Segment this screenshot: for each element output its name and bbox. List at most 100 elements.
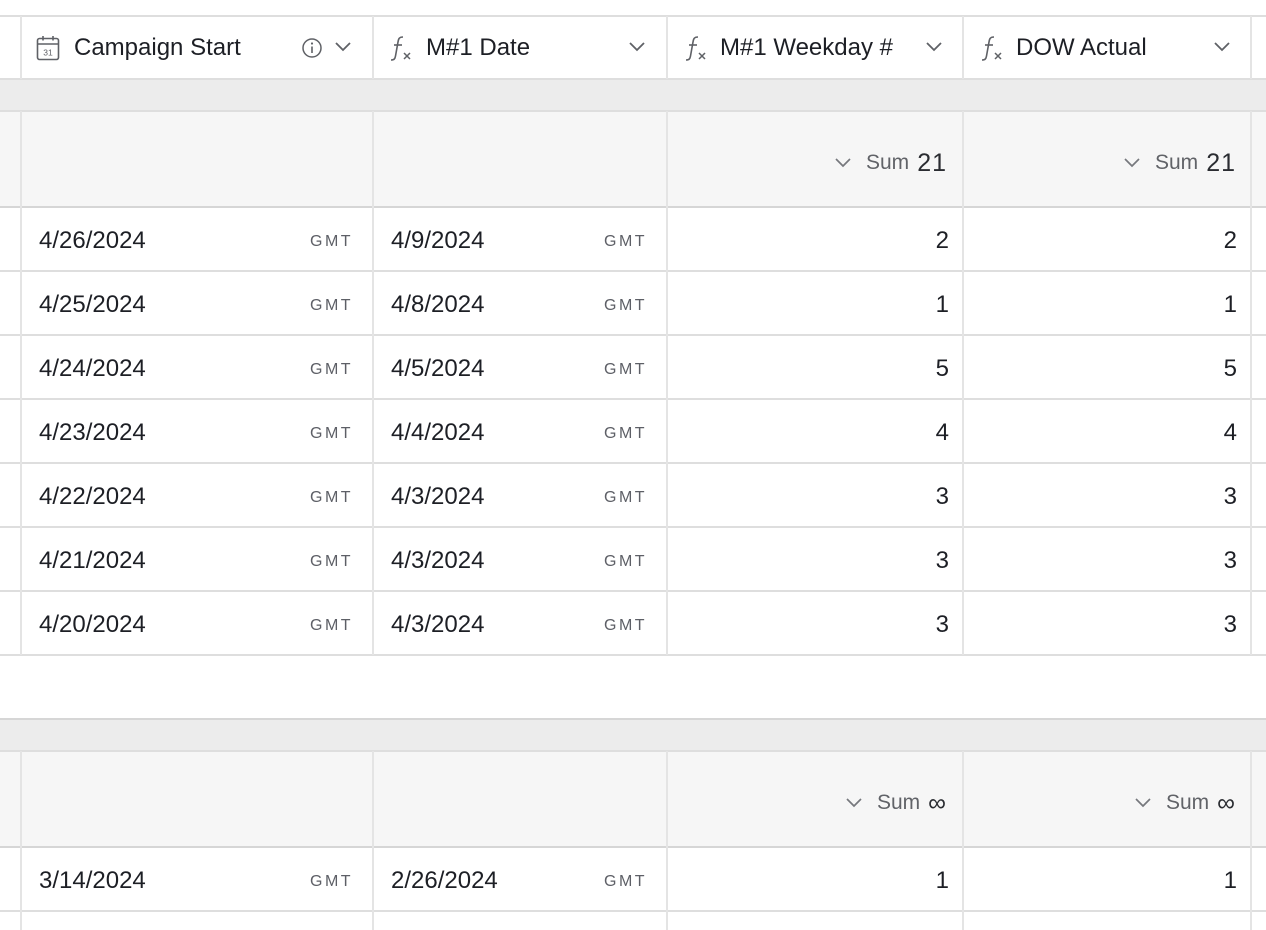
timezone-label: GMT xyxy=(310,489,354,506)
summary-dow[interactable]: Sum ∞ xyxy=(963,786,1236,820)
dow-cell: 3 xyxy=(1223,611,1237,638)
dow-cell: 1 xyxy=(1223,291,1237,318)
dow-cell: 3 xyxy=(1223,547,1237,574)
grid-line xyxy=(0,110,1266,112)
campaign-start-cell: 4/23/2024 xyxy=(39,419,146,446)
timezone-label: GMT xyxy=(310,297,354,314)
weekday-cell: 1 xyxy=(935,291,949,318)
grid-line xyxy=(0,206,1266,208)
m1-date-cell: 4/3/2024 xyxy=(391,611,485,638)
column-header-m1-date[interactable]: M#1 Date xyxy=(372,17,667,79)
weekday-cell: 5 xyxy=(935,355,949,382)
grid-line xyxy=(0,590,1266,592)
m1-date-cell: 2/26/2024 xyxy=(391,867,498,894)
grid-line xyxy=(0,526,1266,528)
column-divider xyxy=(372,751,374,930)
m1-date-cell: 4/5/2024 xyxy=(391,355,485,382)
m1-date-cell: 4/3/2024 xyxy=(391,483,485,510)
chevron-down-icon[interactable] xyxy=(925,41,943,53)
column-header-dow-actual[interactable]: DOW Actual xyxy=(963,17,1251,79)
grid-line xyxy=(0,910,1266,912)
grid-line xyxy=(0,15,1266,17)
column-divider xyxy=(666,16,668,79)
dow-cell: 3 xyxy=(1223,483,1237,510)
grid-line xyxy=(0,462,1266,464)
chevron-down-icon[interactable] xyxy=(1134,797,1152,809)
column-divider xyxy=(962,751,964,930)
campaign-start-cell: 3/14/2024 xyxy=(39,867,146,894)
info-icon[interactable] xyxy=(301,37,323,59)
summary-label: Sum xyxy=(1165,791,1210,814)
summary-label: Sum xyxy=(866,151,910,174)
summary-label: Sum xyxy=(876,791,921,814)
weekday-cell: 1 xyxy=(935,867,949,894)
summary-value: ∞ xyxy=(1217,788,1236,817)
chevron-down-icon[interactable] xyxy=(1213,41,1231,53)
column-header-campaign-start[interactable]: 31 Campaign Start xyxy=(20,17,372,79)
campaign-start-cell: 4/20/2024 xyxy=(39,611,146,638)
column-header-label: DOW Actual xyxy=(1016,34,1147,61)
column-divider xyxy=(20,111,22,655)
formula-icon xyxy=(390,36,411,61)
column-divider xyxy=(1250,111,1252,655)
timezone-label: GMT xyxy=(310,873,354,890)
grid-line xyxy=(0,750,1266,752)
column-divider xyxy=(20,751,22,930)
formula-icon xyxy=(981,36,1002,61)
timezone-label: GMT xyxy=(310,361,354,378)
dow-cell: 5 xyxy=(1223,355,1237,382)
timezone-label: GMT xyxy=(604,425,648,442)
timezone-label: GMT xyxy=(310,617,354,634)
grid-line xyxy=(0,846,1266,848)
dow-cell: 4 xyxy=(1223,419,1237,446)
m1-date-cell: 4/9/2024 xyxy=(391,227,485,254)
chevron-down-icon[interactable] xyxy=(1123,157,1141,169)
grid-line xyxy=(0,334,1266,336)
column-divider xyxy=(962,111,964,655)
column-header-label: M#1 Weekday # xyxy=(720,34,893,61)
weekday-cell: 2 xyxy=(935,227,949,254)
summary-label: Sum xyxy=(1155,151,1199,174)
summary-value: 21 xyxy=(917,148,947,177)
timezone-label: GMT xyxy=(310,233,354,250)
grid-line xyxy=(0,270,1266,272)
m1-date-cell: 4/4/2024 xyxy=(391,419,485,446)
summary-weekday[interactable]: Sum ∞ xyxy=(667,786,947,820)
column-divider xyxy=(666,111,668,655)
m1-date-cell: 4/3/2024 xyxy=(391,547,485,574)
grid-line xyxy=(0,398,1266,400)
column-divider xyxy=(20,16,22,79)
campaign-start-cell: 4/22/2024 xyxy=(39,483,146,510)
timezone-label: GMT xyxy=(604,553,648,570)
grid-line xyxy=(0,718,1266,720)
chevron-down-icon[interactable] xyxy=(628,41,646,53)
dow-cell: 1 xyxy=(1223,867,1237,894)
timezone-label: GMT xyxy=(310,425,354,442)
group-header-bar[interactable] xyxy=(0,79,1266,111)
summary-dow[interactable]: Sum 21 xyxy=(963,146,1236,180)
summary-weekday[interactable]: Sum 21 xyxy=(667,146,947,180)
grid-line xyxy=(0,78,1266,80)
column-divider xyxy=(372,111,374,655)
formula-icon xyxy=(685,36,706,61)
campaign-start-cell: 4/26/2024 xyxy=(39,227,146,254)
svg-text:31: 31 xyxy=(43,48,53,58)
timezone-label: GMT xyxy=(604,233,648,250)
grid-line xyxy=(0,654,1266,656)
weekday-cell: 3 xyxy=(935,547,949,574)
group-header-bar[interactable] xyxy=(0,719,1266,751)
weekday-cell: 3 xyxy=(935,483,949,510)
column-divider xyxy=(1250,16,1252,79)
m1-date-cell: 4/8/2024 xyxy=(391,291,485,318)
chevron-down-icon[interactable] xyxy=(334,41,352,53)
weekday-cell: 4 xyxy=(935,419,949,446)
summary-value: 21 xyxy=(1206,148,1236,177)
weekday-cell: 3 xyxy=(935,611,949,638)
column-header-m1-weekday[interactable]: M#1 Weekday # xyxy=(667,17,963,79)
column-divider xyxy=(962,16,964,79)
dow-cell: 2 xyxy=(1223,227,1237,254)
chevron-down-icon[interactable] xyxy=(845,797,863,809)
summary-value: ∞ xyxy=(928,788,947,817)
chevron-down-icon[interactable] xyxy=(834,157,852,169)
column-header-label: Campaign Start xyxy=(74,34,241,61)
